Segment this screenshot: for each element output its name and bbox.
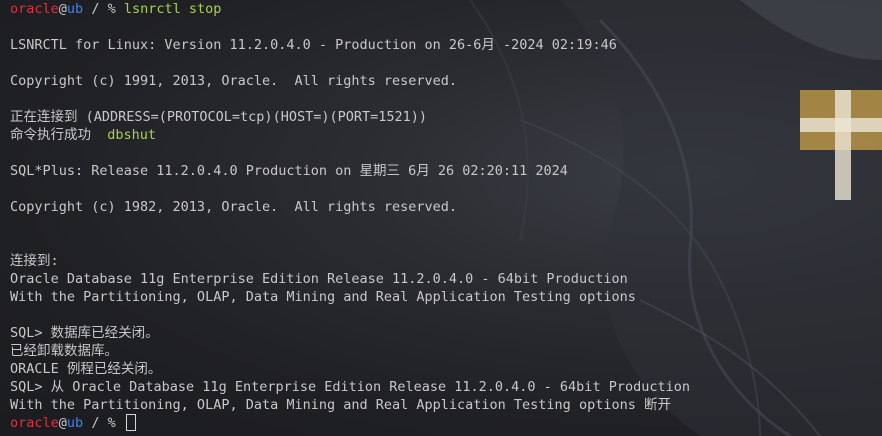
output-line: 正在连接到 (ADDRESS=(PROTOCOL=tcp)(HOST=)(POR… bbox=[10, 109, 427, 125]
output-line: 命令执行成功 dbshut bbox=[10, 126, 878, 144]
command-text: lsnrctl stop bbox=[123, 1, 222, 17]
output-line: SQL*Plus: Release 11.2.0.4.0 Production … bbox=[10, 163, 568, 179]
output-line: ORACLE 例程已经关闭。 bbox=[10, 361, 162, 377]
prompt-at: @ bbox=[58, 415, 67, 431]
prompt-path: / % bbox=[83, 415, 124, 431]
terminal-output: oracle@ub / % lsnrctl stop LSNRCTL for L… bbox=[10, 0, 878, 432]
output-line: With the Partitioning, OLAP, Data Mining… bbox=[10, 397, 671, 413]
prompt-host: ub bbox=[66, 415, 84, 431]
command-text: dbshut bbox=[107, 127, 157, 143]
output-line: SQL> 数据库已经关闭。 bbox=[10, 325, 159, 341]
prompt-user: oracle bbox=[10, 1, 59, 17]
prompt-user: oracle bbox=[10, 415, 59, 431]
output-line: 已经卸载数据库。 bbox=[10, 343, 118, 359]
output-line: Copyright (c) 1982, 2013, Oracle. All ri… bbox=[10, 199, 458, 215]
prompt-line: oracle@ub / % bbox=[10, 413, 878, 432]
text-cursor[interactable] bbox=[125, 413, 136, 431]
output-line: LSNRCTL for Linux: Version 11.2.0.4.0 - … bbox=[10, 37, 617, 53]
output-line: SQL> 从 Oracle Database 11g Enterprise Ed… bbox=[10, 379, 690, 395]
output-text: 命令执行成功 bbox=[10, 127, 108, 143]
output-line: Oracle Database 11g Enterprise Edition R… bbox=[10, 271, 628, 287]
prompt-host: ub bbox=[66, 1, 84, 17]
output-line: Copyright (c) 1991, 2013, Oracle. All ri… bbox=[10, 73, 458, 89]
prompt-at: @ bbox=[58, 1, 67, 17]
output-line: With the Partitioning, OLAP, Data Mining… bbox=[10, 289, 636, 305]
terminal-window[interactable]: oracle@ub / % lsnrctl stop LSNRCTL for L… bbox=[0, 0, 882, 436]
output-line: 连接到: bbox=[10, 253, 59, 269]
prompt-line: oracle@ub / % lsnrctl stop bbox=[10, 0, 878, 18]
prompt-path: / % bbox=[83, 1, 124, 17]
